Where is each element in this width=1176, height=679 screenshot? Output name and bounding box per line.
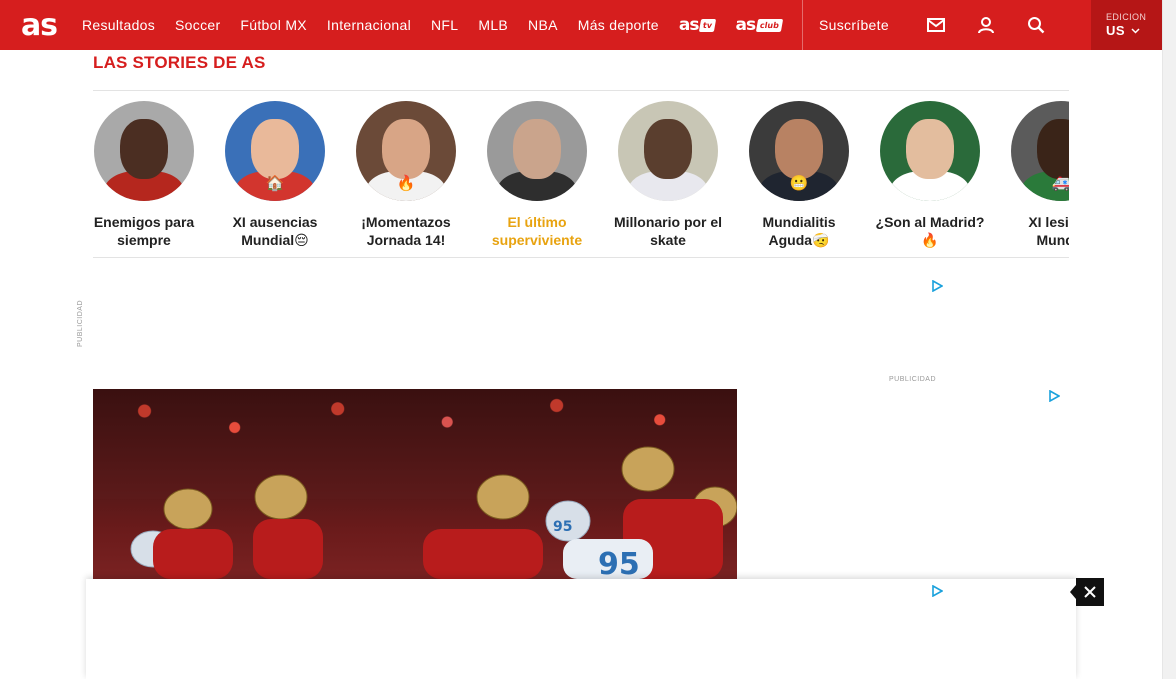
nav-item-nba[interactable]: NBA	[528, 17, 558, 33]
search-icon[interactable]	[1011, 0, 1061, 50]
story-avatar	[880, 101, 980, 201]
story-item-millonario[interactable]: Millonario por el skate	[613, 101, 723, 249]
mail-icon[interactable]	[911, 0, 961, 50]
nav-item-soccer[interactable]: Soccer	[175, 17, 220, 33]
story-avatar	[94, 101, 194, 201]
football-players-illustration: 95 95	[130, 446, 737, 579]
nav-item-resultados[interactable]: Resultados	[82, 17, 155, 33]
as-club-name: as	[735, 15, 757, 35]
story-item-momentazos[interactable]: 🔥 ¡Momentazos Jornada 14!	[351, 101, 461, 249]
story-caption: Millonario por el skate	[613, 214, 723, 248]
adchoices-icon[interactable]	[1048, 389, 1061, 403]
story-emoji: 🏠	[265, 175, 285, 192]
story-item-mundialitis[interactable]: 😬 Mundialitis Aguda🤕	[744, 101, 854, 249]
close-ad-button[interactable]	[1070, 578, 1104, 606]
as-club-tag: club	[755, 18, 784, 32]
story-caption: XI lesiona Mundia	[1028, 214, 1069, 248]
page-scrollbar[interactable]	[1162, 0, 1176, 679]
story-item-enemigos[interactable]: Enemigos para siempre	[93, 101, 199, 249]
edition-selector[interactable]: EDICION US	[1091, 0, 1162, 50]
story-emoji: 🔥	[396, 175, 416, 192]
as-club-link[interactable]: as club	[735, 15, 784, 35]
story-avatar: 🔥	[356, 101, 456, 201]
story-avatar: 😬	[749, 101, 849, 201]
advertising-label: PUBLICIDAD	[77, 300, 84, 348]
nav-item-mas-deporte[interactable]: Más deporte	[578, 17, 659, 33]
edition-value: US	[1106, 23, 1162, 38]
story-avatar: 🚑	[1011, 101, 1069, 201]
svg-text:95: 95	[598, 547, 640, 579]
story-item-son-al-madrid[interactable]: ¿Son al Madrid?🔥	[875, 101, 985, 249]
story-caption: Mundialitis Aguda🤕	[762, 214, 836, 248]
story-caption: ¿Son al Madrid?🔥	[875, 214, 985, 248]
story-avatar: 🏠	[225, 101, 325, 201]
as-tv-name: as	[678, 15, 700, 35]
story-avatar	[487, 101, 587, 201]
nav-item-futbol-mx[interactable]: Fútbol MX	[240, 17, 307, 33]
main-nav: Resultados Soccer Fútbol MX Internaciona…	[82, 0, 802, 50]
story-item-ausencias[interactable]: 🏠 XI ausencias Mundial😔	[220, 101, 330, 249]
stories-carousel: Enemigos para siempre 🏠 XI ausencias Mun…	[93, 90, 1069, 258]
chevron-down-icon	[1131, 27, 1140, 34]
sticky-bottom-ad[interactable]	[86, 579, 1076, 679]
nav-item-internacional[interactable]: Internacional	[327, 17, 411, 33]
as-logo[interactable]: as	[0, 0, 78, 50]
story-emoji: 😬	[789, 175, 809, 192]
nav-item-nfl[interactable]: NFL	[431, 17, 458, 33]
nav-item-mlb[interactable]: MLB	[478, 17, 508, 33]
user-icon[interactable]	[961, 0, 1011, 50]
article-hero-image[interactable]: 95 95	[93, 389, 737, 579]
story-caption: XI ausencias Mundial😔	[232, 214, 318, 248]
top-navigation-bar: as Resultados Soccer Fútbol MX Internaci…	[0, 0, 1162, 50]
header-divider	[802, 0, 803, 50]
advertising-label: PUBLICIDAD	[889, 376, 937, 383]
edition-value-text: US	[1106, 23, 1126, 38]
as-tv-link[interactable]: as tv	[678, 15, 717, 35]
story-item-lesionados[interactable]: 🚑 XI lesiona Mundia	[1006, 101, 1069, 249]
story-caption: Enemigos para siempre	[93, 214, 195, 248]
story-avatar	[618, 101, 718, 201]
stories-title: LAS STORIES DE AS	[93, 53, 266, 72]
edition-label: EDICION	[1106, 12, 1147, 22]
story-caption: ¡Momentazos Jornada 14!	[361, 214, 451, 248]
story-item-ultimo-superviviente[interactable]: El último superviviente	[482, 101, 592, 249]
subscribe-link[interactable]: Suscríbete	[819, 17, 889, 33]
as-tv-tag: tv	[699, 18, 717, 32]
adchoices-icon[interactable]	[931, 279, 944, 293]
close-icon	[1084, 586, 1096, 598]
adchoices-icon[interactable]	[931, 584, 944, 598]
story-emoji: 🚑	[1051, 175, 1069, 192]
story-caption: El último superviviente	[491, 214, 583, 248]
svg-text:95: 95	[553, 519, 572, 535]
